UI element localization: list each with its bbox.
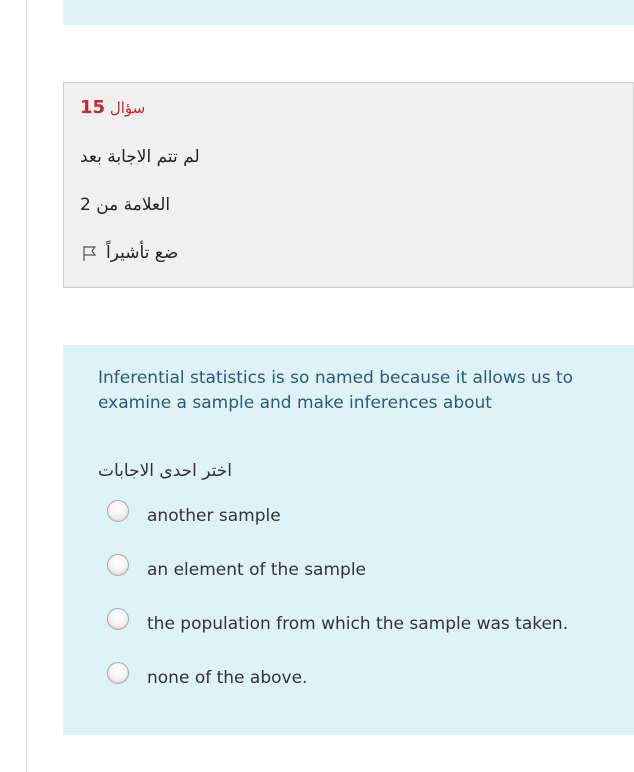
radio-button[interactable] [107, 608, 129, 630]
question-number: سؤال 15 [80, 97, 145, 118]
flag-question-label: ضع تأشيراً [106, 243, 179, 263]
question-number-value: 15 [80, 97, 106, 118]
answer-option-4[interactable]: none of the above. [107, 658, 307, 688]
answer-label: another sample [147, 506, 281, 526]
question-info-box: سؤال 15 لم تتم الاجابة بعد العلامة من 2 … [63, 82, 634, 288]
previous-question-panel [63, 0, 634, 25]
answer-label: an element of the sample [147, 560, 366, 580]
flag-icon [80, 244, 98, 262]
answer-prompt: اختر احدى الاجابات [98, 461, 233, 481]
radio-button[interactable] [107, 554, 129, 576]
answer-label: none of the above. [147, 668, 308, 688]
answer-option-1[interactable]: another sample [107, 496, 281, 526]
answer-option-2[interactable]: an element of the sample [107, 550, 366, 580]
radio-button[interactable] [107, 500, 129, 522]
question-number-prefix: سؤال [109, 99, 146, 117]
question-grade: العلامة من 2 [80, 195, 171, 215]
question-state: لم تتم الاجابة بعد [80, 147, 200, 167]
flag-question-link[interactable]: ضع تأشيراً [80, 243, 178, 263]
answer-label: the population from which the sample was… [147, 614, 569, 634]
question-text: Inferential statistics is so named becau… [98, 368, 574, 413]
radio-button[interactable] [107, 662, 129, 684]
page-left-border [26, 0, 27, 772]
answer-option-3[interactable]: the population from which the sample was… [107, 604, 568, 634]
question-content-panel: Inferential statistics is so named becau… [63, 345, 634, 735]
